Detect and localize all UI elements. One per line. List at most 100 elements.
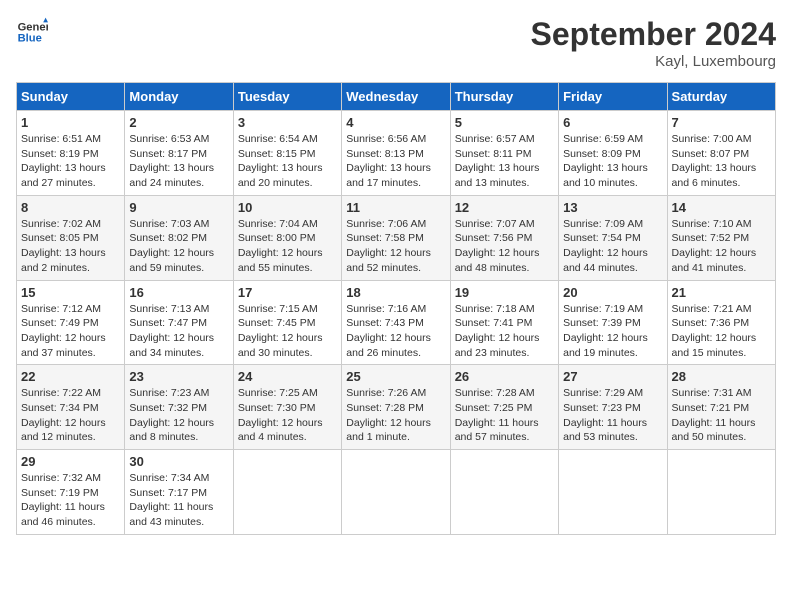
calendar-cell: 24Sunrise: 7:25 AMSunset: 7:30 PMDayligh… (233, 365, 341, 450)
calendar-cell: 13 Sunrise: 7:09 AMSunset: 7:54 PMDayligh… (559, 195, 667, 280)
day-number: 17 (238, 285, 337, 300)
calendar-cell: 10 Sunrise: 7:04 AMSunset: 8:00 PMDayligh… (233, 195, 341, 280)
day-detail: Sunrise: 7:28 AMSunset: 7:25 PMDaylight:… (455, 386, 554, 445)
svg-text:Blue: Blue (18, 33, 42, 45)
calendar-cell: 3 Sunrise: 6:54 AMSunset: 8:15 PMDaylight… (233, 111, 341, 196)
calendar-cell: 25 Sunrise: 7:26 AMSunset: 7:28 PMDayligh… (342, 365, 450, 450)
day-detail: Sunrise: 7:04 AMSunset: 8:00 PMDaylight:… (238, 217, 337, 276)
day-detail: Sunrise: 7:09 AMSunset: 7:54 PMDaylight:… (563, 217, 662, 276)
day-detail: Sunrise: 7:32 AMSunset: 7:19 PMDaylight:… (21, 471, 120, 530)
day-number: 24 (238, 369, 337, 384)
day-number: 2 (129, 115, 228, 130)
calendar-table: SundayMondayTuesdayWednesdayThursdayFrid… (16, 82, 776, 535)
day-number: 16 (129, 285, 228, 300)
day-detail: Sunrise: 7:19 AMSunset: 7:39 PMDaylight:… (563, 302, 662, 361)
calendar-cell: 18 Sunrise: 7:16 AMSunset: 7:43 PMDayligh… (342, 280, 450, 365)
day-number: 28 (672, 369, 771, 384)
day-detail: Sunrise: 7:12 AMSunset: 7:49 PMDaylight:… (21, 302, 120, 361)
day-number: 27 (563, 369, 662, 384)
day-number: 3 (238, 115, 337, 130)
calendar-week-2: 8Sunrise: 7:02 AMSunset: 8:05 PMDaylight… (17, 195, 776, 280)
day-detail: Sunrise: 7:16 AMSunset: 7:43 PMDaylight:… (346, 302, 445, 361)
day-detail: Sunrise: 7:00 AMSunset: 8:07 PMDaylight:… (672, 132, 771, 191)
day-number: 11 (346, 200, 445, 215)
day-number: 6 (563, 115, 662, 130)
day-detail: Sunrise: 7:29 AMSunset: 7:23 PMDaylight:… (563, 386, 662, 445)
day-detail: Sunrise: 7:13 AMSunset: 7:47 PMDaylight:… (129, 302, 228, 361)
title-block: September 2024 Kayl, Luxembourg (531, 16, 776, 70)
day-number: 20 (563, 285, 662, 300)
day-number: 21 (672, 285, 771, 300)
calendar-cell: 22Sunrise: 7:22 AMSunset: 7:34 PMDayligh… (17, 365, 125, 450)
weekday-header-thursday: Thursday (450, 83, 558, 111)
weekday-header-tuesday: Tuesday (233, 83, 341, 111)
day-detail: Sunrise: 6:54 AMSunset: 8:15 PMDaylight:… (238, 132, 337, 191)
day-detail: Sunrise: 7:34 AMSunset: 7:17 PMDaylight:… (129, 471, 228, 530)
calendar-cell: 5 Sunrise: 6:57 AMSunset: 8:11 PMDaylight… (450, 111, 558, 196)
logo: General Blue (16, 16, 48, 48)
calendar-cell: 19 Sunrise: 7:18 AMSunset: 7:41 PMDayligh… (450, 280, 558, 365)
day-detail: Sunrise: 6:51 AMSunset: 8:19 PMDaylight:… (21, 132, 120, 191)
day-number: 5 (455, 115, 554, 130)
day-detail: Sunrise: 7:18 AMSunset: 7:41 PMDaylight:… (455, 302, 554, 361)
calendar-cell: 15 Sunrise: 7:12 AMSunset: 7:49 PMDayligh… (17, 280, 125, 365)
calendar-cell: 12 Sunrise: 7:07 AMSunset: 7:56 PMDayligh… (450, 195, 558, 280)
day-number: 10 (238, 200, 337, 215)
day-detail: Sunrise: 7:26 AMSunset: 7:28 PMDaylight:… (346, 386, 445, 445)
day-number: 14 (672, 200, 771, 215)
calendar-cell (559, 450, 667, 535)
day-detail: Sunrise: 6:57 AMSunset: 8:11 PMDaylight:… (455, 132, 554, 191)
calendar-week-3: 15 Sunrise: 7:12 AMSunset: 7:49 PMDayligh… (17, 280, 776, 365)
weekday-header-monday: Monday (125, 83, 233, 111)
day-number: 9 (129, 200, 228, 215)
calendar-cell: 2 Sunrise: 6:53 AMSunset: 8:17 PMDaylight… (125, 111, 233, 196)
calendar-cell: 9 Sunrise: 7:03 AMSunset: 8:02 PMDaylight… (125, 195, 233, 280)
weekday-header-row: SundayMondayTuesdayWednesdayThursdayFrid… (17, 83, 776, 111)
calendar-cell (450, 450, 558, 535)
day-number: 7 (672, 115, 771, 130)
svg-text:General: General (18, 21, 48, 33)
logo-icon: General Blue (16, 16, 48, 48)
day-detail: Sunrise: 7:03 AMSunset: 8:02 PMDaylight:… (129, 217, 228, 276)
day-number: 25 (346, 369, 445, 384)
weekday-header-wednesday: Wednesday (342, 83, 450, 111)
day-detail: Sunrise: 6:56 AMSunset: 8:13 PMDaylight:… (346, 132, 445, 191)
calendar-cell: 8Sunrise: 7:02 AMSunset: 8:05 PMDaylight… (17, 195, 125, 280)
day-detail: Sunrise: 6:53 AMSunset: 8:17 PMDaylight:… (129, 132, 228, 191)
day-number: 15 (21, 285, 120, 300)
day-detail: Sunrise: 7:31 AMSunset: 7:21 PMDaylight:… (672, 386, 771, 445)
calendar-cell: 20 Sunrise: 7:19 AMSunset: 7:39 PMDayligh… (559, 280, 667, 365)
calendar-cell: 26 Sunrise: 7:28 AMSunset: 7:25 PMDayligh… (450, 365, 558, 450)
calendar-week-5: 29Sunrise: 7:32 AMSunset: 7:19 PMDayligh… (17, 450, 776, 535)
calendar-cell (342, 450, 450, 535)
month-title: September 2024 (531, 16, 776, 53)
day-number: 12 (455, 200, 554, 215)
day-detail: Sunrise: 7:06 AMSunset: 7:58 PMDaylight:… (346, 217, 445, 276)
calendar-week-1: 1 Sunrise: 6:51 AMSunset: 8:19 PMDaylight… (17, 111, 776, 196)
day-number: 18 (346, 285, 445, 300)
page-header: General Blue September 2024 Kayl, Luxemb… (16, 16, 776, 70)
calendar-cell: 30Sunrise: 7:34 AMSunset: 7:17 PMDayligh… (125, 450, 233, 535)
day-number: 23 (129, 369, 228, 384)
calendar-cell: 6Sunrise: 6:59 AMSunset: 8:09 PMDaylight… (559, 111, 667, 196)
weekday-header-friday: Friday (559, 83, 667, 111)
calendar-cell: 7 Sunrise: 7:00 AMSunset: 8:07 PMDaylight… (667, 111, 775, 196)
calendar-week-4: 22Sunrise: 7:22 AMSunset: 7:34 PMDayligh… (17, 365, 776, 450)
day-number: 19 (455, 285, 554, 300)
day-number: 13 (563, 200, 662, 215)
day-detail: Sunrise: 7:07 AMSunset: 7:56 PMDaylight:… (455, 217, 554, 276)
calendar-cell: 11 Sunrise: 7:06 AMSunset: 7:58 PMDayligh… (342, 195, 450, 280)
calendar-cell: 28 Sunrise: 7:31 AMSunset: 7:21 PMDayligh… (667, 365, 775, 450)
weekday-header-sunday: Sunday (17, 83, 125, 111)
day-detail: Sunrise: 7:22 AMSunset: 7:34 PMDaylight:… (21, 386, 120, 445)
calendar-cell: 17Sunrise: 7:15 AMSunset: 7:45 PMDayligh… (233, 280, 341, 365)
calendar-cell: 21Sunrise: 7:21 AMSunset: 7:36 PMDayligh… (667, 280, 775, 365)
calendar-cell (233, 450, 341, 535)
weekday-header-saturday: Saturday (667, 83, 775, 111)
day-detail: Sunrise: 7:23 AMSunset: 7:32 PMDaylight:… (129, 386, 228, 445)
calendar-cell: 1 Sunrise: 6:51 AMSunset: 8:19 PMDaylight… (17, 111, 125, 196)
day-number: 26 (455, 369, 554, 384)
day-number: 1 (21, 115, 120, 130)
calendar-cell: 29Sunrise: 7:32 AMSunset: 7:19 PMDayligh… (17, 450, 125, 535)
calendar-cell: 27 Sunrise: 7:29 AMSunset: 7:23 PMDayligh… (559, 365, 667, 450)
